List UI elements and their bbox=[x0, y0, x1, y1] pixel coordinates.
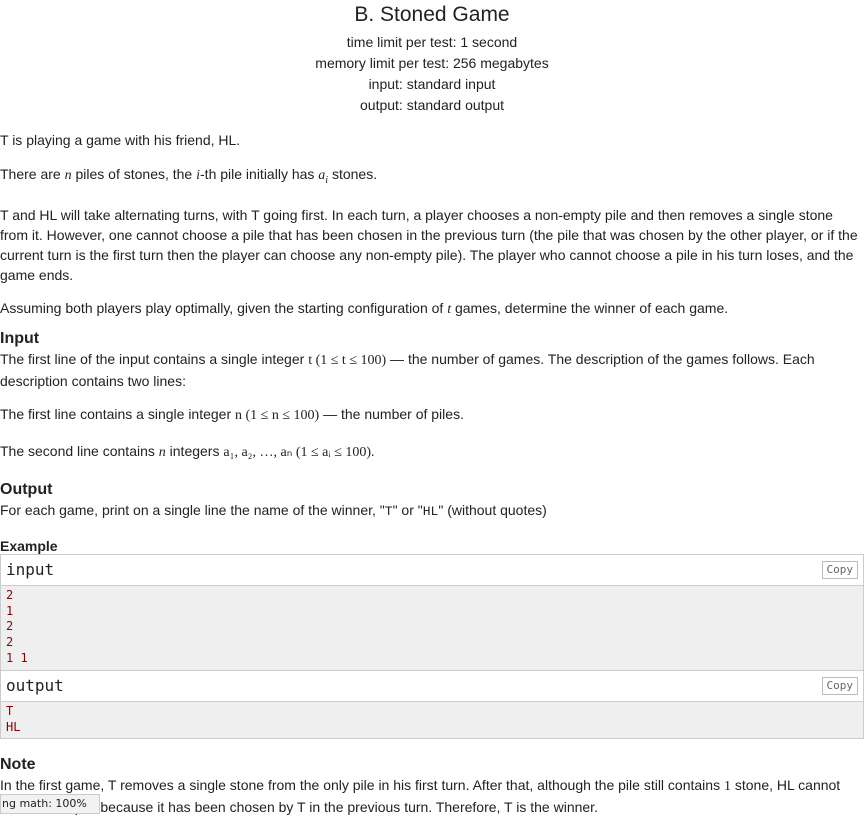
example-output-label: output bbox=[6, 675, 64, 695]
input-heading: Input bbox=[0, 329, 40, 347]
text: For each game, print on a single line th… bbox=[0, 501, 385, 518]
text: There are bbox=[0, 166, 65, 182]
time-limit: time limit per test: 1 second bbox=[346, 34, 518, 50]
text: The second line contains bbox=[0, 442, 159, 459]
input-line-1: The first line of the input contains a s… bbox=[0, 349, 864, 391]
text: In the first game, T removes a single st… bbox=[0, 777, 724, 794]
output-line: T bbox=[6, 703, 14, 718]
text: -th pile initially has bbox=[200, 166, 319, 182]
copy-input-button[interactable]: Copy bbox=[821, 560, 858, 579]
memory-limit: memory limit per test: 256 megabytes bbox=[315, 55, 549, 71]
input-line: 2 bbox=[6, 587, 14, 602]
output-line: For each game, print on a single line th… bbox=[0, 500, 864, 522]
example-input-label: input bbox=[6, 559, 55, 579]
example-input-box: input Copy 2 1 2 2 1 1 output Copy T HL bbox=[0, 553, 864, 740]
problem-header: B. Stoned Game time limit per test: 1 se… bbox=[0, 2, 864, 116]
code-t: T bbox=[384, 503, 393, 519]
text: The first line contains a single integer bbox=[0, 405, 236, 422]
statement-paragraph-2: There are n piles of stones, the i-th pi… bbox=[0, 164, 864, 191]
example-input-body[interactable]: 2 1 2 2 1 1 bbox=[1, 585, 863, 670]
text: stones. bbox=[328, 166, 378, 182]
note-text: In the first game, T removes a single st… bbox=[0, 775, 864, 817]
text: — the number of piles. bbox=[319, 405, 464, 422]
text: integers bbox=[165, 442, 224, 459]
text: games, determine the winner of each game… bbox=[451, 299, 729, 316]
math-zoom-indicator[interactable]: ng math: 100% bbox=[0, 794, 100, 814]
input-line: 1 1 bbox=[6, 650, 28, 665]
input-line: 1 bbox=[6, 603, 14, 618]
math-n: n bbox=[158, 444, 166, 460]
output-heading: Output bbox=[0, 480, 53, 498]
math-ai: ai bbox=[318, 168, 328, 186]
math-n: n bbox=[64, 168, 72, 183]
output-line: HL bbox=[6, 719, 21, 734]
input-line-3: The second line contains n integers a₁, … bbox=[0, 441, 864, 463]
copy-output-button[interactable]: Copy bbox=[821, 676, 858, 695]
statement-paragraph-1: T is playing a game with his friend, HL. bbox=[0, 132, 241, 148]
problem-title: B. Stoned Game bbox=[354, 3, 510, 26]
statement-paragraph-4: Assuming both players play optimally, gi… bbox=[0, 298, 864, 320]
input-line-2: The first line contains a single integer… bbox=[0, 404, 864, 426]
math-a-range: a₁, a₂, …, aₙ (1 ≤ aᵢ ≤ 100). bbox=[223, 444, 375, 460]
math-n-range: n (1 ≤ n ≤ 100) bbox=[235, 407, 320, 423]
text: The first line of the input contains a s… bbox=[0, 350, 309, 367]
example-output-header: output Copy bbox=[1, 669, 863, 702]
example-output-body[interactable]: T HL bbox=[1, 701, 863, 739]
output-spec: output: standard output bbox=[360, 97, 504, 113]
math-t-range: t (1 ≤ t ≤ 100) bbox=[308, 352, 387, 368]
input-line: 2 bbox=[6, 619, 14, 634]
statement-paragraph-3: T and HL will take alternating turns, wi… bbox=[0, 206, 858, 283]
example-input-header: input Copy bbox=[1, 555, 863, 586]
math-one: 1 bbox=[723, 779, 731, 795]
text: Assuming both players play optimally, gi… bbox=[0, 299, 448, 316]
example-heading: Example bbox=[0, 537, 58, 554]
note-heading: Note bbox=[0, 756, 36, 774]
text: piles of stones, the bbox=[71, 166, 197, 182]
code-hl: HL bbox=[422, 503, 439, 519]
text: " (without quotes) bbox=[438, 501, 547, 518]
text: " or " bbox=[392, 501, 423, 518]
input-line: 2 bbox=[6, 635, 14, 650]
input-spec: input: standard input bbox=[368, 76, 496, 92]
